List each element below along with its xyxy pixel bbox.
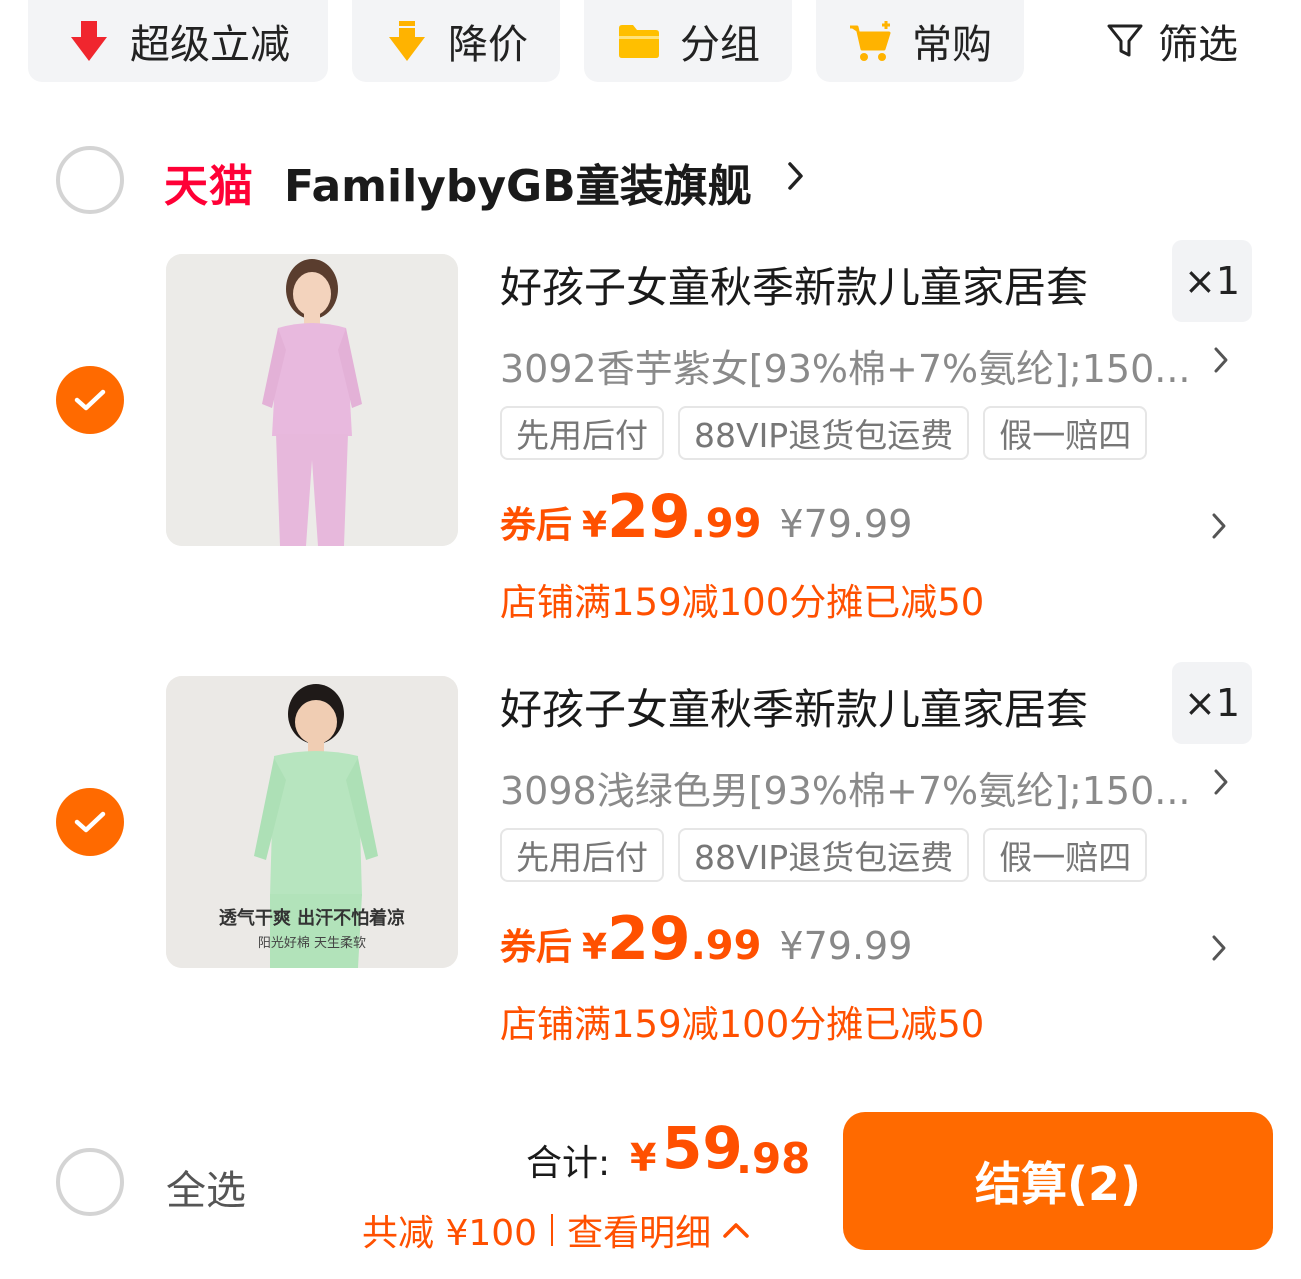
divider: [551, 1214, 554, 1246]
tag-pay-later: 先用后付: [500, 828, 664, 882]
store-header: 天猫 FamilybyGB童装旗舰: [0, 140, 1301, 220]
coupon-price-label: 券后: [500, 505, 573, 546]
total-integer: 59: [662, 1114, 743, 1182]
select-all-radio[interactable]: [56, 1148, 124, 1216]
chevron-up-icon: [723, 1223, 749, 1238]
store-name-link[interactable]: FamilybyGB童装旗舰: [284, 150, 752, 214]
check-icon: [74, 389, 106, 411]
total-decimal: .98: [736, 1134, 811, 1183]
price-integer: 29: [607, 904, 691, 974]
price-decimal: .99: [690, 923, 762, 969]
item-select-checkbox[interactable]: [56, 788, 124, 856]
sku-selector[interactable]: 3092香芋紫女[93%棉+7%氨纶];150...: [500, 338, 1191, 393]
girl-pajama-photo: [166, 254, 458, 546]
filter-frequent[interactable]: 常购: [816, 0, 1024, 82]
quantity-stepper[interactable]: ×1: [1172, 662, 1252, 744]
tag-fake-compensation: 假一赔四: [983, 828, 1148, 882]
price-currency: ¥: [582, 505, 608, 546]
discount-summary[interactable]: 共减 ¥100 查看明细: [362, 1204, 751, 1256]
store-promo-text: 店铺满159减100分摊已减50: [500, 1003, 985, 1046]
filter-label: 分组: [680, 22, 760, 68]
filter-label: 降价: [448, 22, 528, 68]
select-all-label[interactable]: 全选: [166, 1158, 246, 1216]
price-row: 券后 ¥ 29 .99 ¥79.99: [500, 904, 912, 984]
chevron-right-icon[interactable]: [1212, 766, 1232, 802]
tag-fake-compensation: 假一赔四: [983, 406, 1148, 460]
check-icon: [74, 811, 106, 833]
filter-price-drop[interactable]: 降价: [352, 0, 560, 82]
original-price: ¥79.99: [779, 924, 913, 968]
quantity-stepper[interactable]: ×1: [1172, 240, 1252, 322]
cart-icon: [848, 18, 894, 64]
service-tags: 先用后付 88VIP退货包运费 假一赔四: [500, 406, 1148, 460]
filter-label: 筛选: [1158, 22, 1238, 68]
price-integer: 29: [607, 482, 691, 552]
service-tags: 先用后付 88VIP退货包运费 假一赔四: [500, 828, 1148, 882]
product-image[interactable]: [166, 254, 458, 546]
chevron-right-icon[interactable]: [1212, 344, 1232, 380]
checkout-bar: 全选 合计: ¥ 59 .98 共减 ¥100 查看明细 结算(2): [0, 1100, 1301, 1279]
filter-group[interactable]: 分组: [584, 0, 792, 82]
funnel-icon: [1102, 18, 1148, 64]
tmall-logo: 天猫: [164, 161, 254, 212]
price-decimal: .99: [690, 501, 762, 547]
checkout-button[interactable]: 结算(2): [843, 1112, 1273, 1250]
price-currency: ¥: [582, 927, 608, 968]
product-image[interactable]: 透气干爽 出汗不怕着凉 阳光好棉 天生柔软: [166, 676, 458, 968]
total-label: 合计:: [526, 1143, 611, 1184]
view-details-link[interactable]: 查看明细: [567, 1204, 711, 1256]
image-caption: 透气干爽 出汗不怕着凉: [218, 908, 406, 929]
original-price: ¥79.99: [779, 502, 913, 546]
cart-item: 透气干爽 出汗不怕着凉 阳光好棉 天生柔软 好孩子女童秋季新款儿童家居套 ×1 …: [0, 662, 1301, 1076]
sku-selector[interactable]: 3098浅绿色男[93%棉+7%氨纶];150...: [500, 760, 1191, 815]
tag-88vip-return: 88VIP退货包运费: [678, 828, 970, 882]
chevron-right-icon[interactable]: [1210, 932, 1230, 968]
store-select-radio[interactable]: [56, 146, 124, 214]
chevron-right-icon[interactable]: [785, 158, 807, 198]
filter-label: 常购: [912, 22, 992, 68]
product-title[interactable]: 好孩子女童秋季新款儿童家居套: [500, 254, 1088, 315]
store-promo-text: 店铺满159减100分摊已减50: [500, 581, 985, 624]
product-title[interactable]: 好孩子女童秋季新款儿童家居套: [500, 676, 1088, 737]
chevron-right-icon[interactable]: [1210, 510, 1230, 546]
filter-super-discount[interactable]: 超级立减: [28, 0, 328, 82]
item-select-checkbox[interactable]: [56, 366, 124, 434]
price-row: 券后 ¥ 29 .99 ¥79.99: [500, 482, 912, 562]
coupon-price-label: 券后: [500, 927, 573, 968]
yellow-down-arrow-icon: [384, 18, 430, 64]
total-currency: ¥: [630, 1136, 657, 1180]
total-saved: 共减 ¥100: [362, 1213, 538, 1254]
filter-screen[interactable]: 筛选: [1080, 0, 1260, 82]
image-subcaption: 阳光好棉 天生柔软: [257, 936, 367, 951]
folder-icon: [616, 18, 662, 64]
tag-pay-later: 先用后付: [500, 406, 664, 460]
filter-bar: 超级立减 降价 分组 常购 筛选: [0, 0, 1301, 84]
red-down-arrow-icon: [66, 18, 112, 64]
cart-item: 好孩子女童秋季新款儿童家居套 ×1 3092香芋紫女[93%棉+7%氨纶];15…: [0, 240, 1301, 654]
tag-88vip-return: 88VIP退货包运费: [678, 406, 970, 460]
filter-label: 超级立减: [130, 22, 290, 68]
